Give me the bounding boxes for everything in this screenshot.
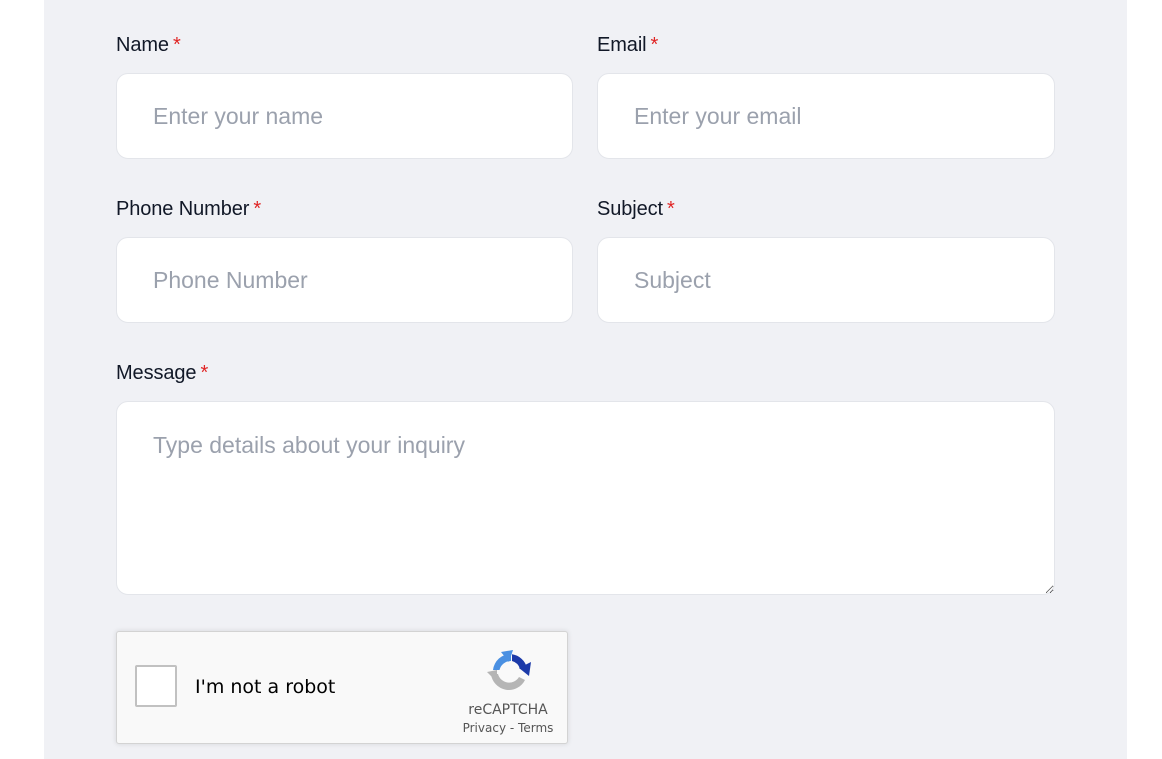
phone-label-text: Phone Number bbox=[116, 198, 250, 220]
email-label: Email * bbox=[597, 34, 658, 57]
email-input[interactable] bbox=[597, 73, 1055, 159]
recaptcha-links: Privacy - Terms bbox=[441, 721, 575, 735]
message-textarea[interactable] bbox=[116, 401, 1055, 595]
contact-form-panel: Name* Email* Phone Number* Subject* Mess… bbox=[44, 0, 1127, 759]
subject-label-text: Subject bbox=[597, 198, 664, 220]
recaptcha-privacy-link[interactable]: Privacy bbox=[463, 721, 506, 735]
recaptcha-links-separator: - bbox=[509, 721, 515, 735]
message-label-text: Message bbox=[116, 362, 197, 384]
subject-label: Subject * bbox=[597, 198, 675, 221]
email-required-mark: * bbox=[650, 34, 659, 56]
name-label-text: Name bbox=[116, 34, 169, 56]
recaptcha-terms-link[interactable]: Terms bbox=[518, 721, 553, 735]
recaptcha-widget: I'm not a robot reCAPTCHA Privacy - Term… bbox=[116, 631, 568, 744]
phone-input[interactable] bbox=[116, 237, 573, 323]
recaptcha-logo-icon bbox=[487, 650, 531, 690]
name-required-mark: * bbox=[172, 34, 181, 56]
phone-label: Phone Number * bbox=[116, 198, 261, 221]
email-label-text: Email bbox=[597, 34, 647, 56]
name-input[interactable] bbox=[116, 73, 573, 159]
message-required-mark: * bbox=[200, 362, 209, 384]
message-label: Message * bbox=[116, 362, 208, 385]
recaptcha-brand: reCAPTCHA bbox=[468, 702, 548, 718]
phone-required-mark: * bbox=[253, 198, 262, 220]
recaptcha-checkbox[interactable] bbox=[135, 665, 177, 707]
subject-input[interactable] bbox=[597, 237, 1055, 323]
name-label: Name * bbox=[116, 34, 181, 57]
subject-required-mark: * bbox=[667, 198, 675, 220]
recaptcha-checkbox-label: I'm not a robot bbox=[195, 676, 336, 698]
